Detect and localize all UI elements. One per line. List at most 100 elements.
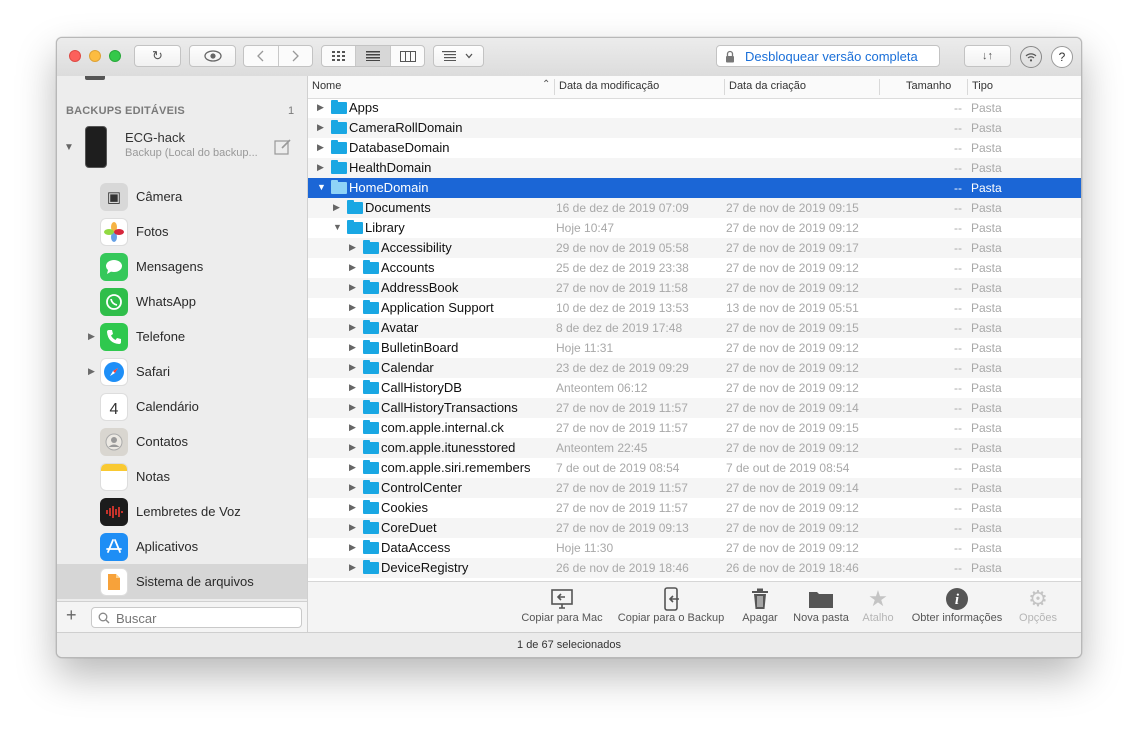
lock-icon [726, 50, 734, 62]
sidebar-item-safari[interactable]: ▶ Safari [57, 354, 307, 389]
delete-button[interactable]: Apagar [735, 586, 785, 624]
collapse-triangle-icon[interactable]: ▼ [64, 142, 74, 153]
device-row[interactable]: ▼ ECG-hack Backup (Local do backup... [57, 126, 307, 174]
sidebar-item-file-system[interactable]: Sistema de arquivos [57, 564, 307, 599]
minimize-window-button[interactable] [89, 50, 101, 62]
transfer-button[interactable]: ↓↑ [964, 45, 1011, 67]
close-window-button[interactable] [69, 50, 81, 62]
search-input[interactable] [114, 609, 298, 627]
expand-triangle-icon[interactable]: ▶ [349, 562, 356, 573]
navigation-segment [243, 45, 313, 67]
expand-triangle-icon[interactable]: ▶ [349, 342, 356, 353]
preview-button[interactable] [189, 45, 236, 67]
get-info-button[interactable]: i Obter informações [905, 586, 1009, 624]
table-row[interactable]: ▶ Avatar 8 de dez de 2019 17:48 27 de nov d… [308, 318, 1081, 338]
expand-triangle-icon[interactable]: ▶ [349, 302, 356, 313]
disclosure-triangle-icon[interactable]: ▶ [88, 331, 95, 342]
table-row[interactable]: ▶ Accounts 25 de dez de 2019 23:38 27 de no… [308, 258, 1081, 278]
sort-options-button[interactable] [433, 45, 484, 67]
collapse-triangle-icon[interactable]: ▼ [317, 182, 326, 192]
expand-triangle-icon[interactable]: ▶ [349, 542, 356, 553]
table-row[interactable]: ▶ Application Support 10 de dez de 2019 13… [308, 298, 1081, 318]
shortcut-button[interactable]: ★ Atalho [857, 586, 899, 624]
table-row[interactable]: ▶ DeviceRegistry 26 de nov de 2019 18:46 26… [308, 558, 1081, 578]
zoom-window-button[interactable] [109, 50, 121, 62]
unlock-full-version-button[interactable]: Desbloquear versão completa [716, 45, 940, 67]
expand-triangle-icon[interactable]: ▶ [333, 202, 340, 213]
table-row[interactable]: ▼ Library Hoje 10:47 27 de nov de 2019 09:1… [308, 218, 1081, 238]
table-row[interactable]: ▶ ControlCenter 27 de nov de 2019 11:57 27 … [308, 478, 1081, 498]
table-row[interactable]: ▼ HomeDomain -- Pasta [308, 178, 1081, 198]
table-row[interactable]: ▶ DataAccess Hoje 11:30 27 de nov de 2019 0… [308, 538, 1081, 558]
column-header-type[interactable]: Tipo [972, 80, 993, 92]
table-row[interactable]: ▶ HealthDomain -- Pasta [308, 158, 1081, 178]
sidebar-item-calendar[interactable]: 4 Calendário [57, 389, 307, 424]
column-view-button[interactable] [391, 46, 424, 66]
expand-triangle-icon[interactable]: ▶ [349, 442, 356, 453]
sidebar-item-phone[interactable]: ▶ Telefone [57, 319, 307, 354]
table-row[interactable]: ▶ com.apple.internal.ck 27 de nov de 2019 … [308, 418, 1081, 438]
expand-triangle-icon[interactable]: ▶ [317, 142, 324, 153]
file-type: Pasta [971, 461, 1002, 475]
back-button[interactable] [244, 46, 279, 66]
add-button[interactable]: + [66, 605, 77, 626]
forward-button[interactable] [279, 46, 312, 66]
collapse-triangle-icon[interactable]: ▼ [333, 222, 342, 232]
table-row[interactable]: ▶ AddressBook 27 de nov de 2019 11:58 27 de… [308, 278, 1081, 298]
sidebar-item-camera[interactable]: ▣ Câmera [57, 179, 307, 214]
table-row[interactable]: ▶ Calendar 23 de dez de 2019 09:29 27 de no… [308, 358, 1081, 378]
table-row[interactable]: ▶ CallHistoryDB Anteontem 06:12 27 de nov d… [308, 378, 1081, 398]
table-row[interactable]: ▶ com.apple.siri.remembers 7 de out de 201… [308, 458, 1081, 478]
sidebar-item-voice-memos[interactable]: Lembretes de Voz [57, 494, 307, 529]
expand-triangle-icon[interactable]: ▶ [349, 422, 356, 433]
help-button[interactable]: ? [1051, 46, 1073, 68]
expand-triangle-icon[interactable]: ▶ [349, 362, 356, 373]
expand-triangle-icon[interactable]: ▶ [317, 122, 324, 133]
expand-triangle-icon[interactable]: ▶ [349, 282, 356, 293]
expand-triangle-icon[interactable]: ▶ [349, 502, 356, 513]
expand-triangle-icon[interactable]: ▶ [317, 102, 324, 113]
table-row[interactable]: ▶ Cookies 27 de nov de 2019 11:57 27 de nov… [308, 498, 1081, 518]
expand-triangle-icon[interactable]: ▶ [317, 162, 324, 173]
new-folder-button[interactable]: Nova pasta [788, 586, 854, 624]
edit-icon[interactable] [274, 138, 292, 156]
copy-to-mac-button[interactable]: Copiar para Mac [516, 586, 608, 624]
copy-to-backup-button[interactable]: Copiar para o Backup [611, 586, 731, 624]
expand-triangle-icon[interactable]: ▶ [349, 522, 356, 533]
table-row[interactable]: ▶ BulletinBoard Hoje 11:31 27 de nov de 201… [308, 338, 1081, 358]
sidebar-item-label: WhatsApp [136, 294, 196, 309]
sidebar-item-whatsapp[interactable]: WhatsApp [57, 284, 307, 319]
column-header-modified[interactable]: Data da modificação [559, 80, 659, 92]
expand-triangle-icon[interactable]: ▶ [349, 462, 356, 473]
wifi-connection-icon[interactable] [1020, 46, 1042, 68]
sidebar-item-apps[interactable]: Aplicativos [57, 529, 307, 564]
table-row[interactable]: ▶ Apps -- Pasta [308, 98, 1081, 118]
table-row[interactable]: ▶ CameraRollDomain -- Pasta [308, 118, 1081, 138]
expand-triangle-icon[interactable]: ▶ [349, 482, 356, 493]
disclosure-triangle-icon[interactable]: ▶ [88, 366, 95, 377]
column-header-size[interactable]: Tamanho [906, 80, 951, 92]
icon-view-button[interactable] [322, 46, 357, 66]
table-row[interactable]: ▶ CallHistoryTransactions 27 de nov de 201… [308, 398, 1081, 418]
table-row[interactable]: ▶ com.apple.itunesstored Anteontem 22:45 27… [308, 438, 1081, 458]
options-button[interactable]: ⚙ Opções [1012, 586, 1064, 624]
expand-triangle-icon[interactable]: ▶ [349, 262, 356, 273]
column-header-created[interactable]: Data da criação [729, 80, 806, 92]
app-window: ↻ Desbloquear versão completa ↓↑ ? BACKU… [56, 37, 1082, 658]
list-view-button[interactable] [356, 46, 391, 66]
sidebar-item-messages[interactable]: Mensagens [57, 249, 307, 284]
table-row[interactable]: ▶ CoreDuet 27 de nov de 2019 09:13 27 de no… [308, 518, 1081, 538]
expand-triangle-icon[interactable]: ▶ [349, 242, 356, 253]
table-row[interactable]: ▶ DatabaseDomain -- Pasta [308, 138, 1081, 158]
column-header-name[interactable]: Nome [312, 80, 341, 92]
sidebar-item-notes[interactable]: Notas [57, 459, 307, 494]
expand-triangle-icon[interactable]: ▶ [349, 322, 356, 333]
table-row[interactable]: ▶ Accessibility 29 de nov de 2019 05:58 27 … [308, 238, 1081, 258]
table-row[interactable]: ▶ Documents 16 de dez de 2019 07:09 27 de n… [308, 198, 1081, 218]
refresh-button[interactable]: ↻ [134, 45, 181, 67]
search-field[interactable] [91, 607, 302, 628]
sidebar-item-photos[interactable]: Fotos [57, 214, 307, 249]
expand-triangle-icon[interactable]: ▶ [349, 382, 356, 393]
expand-triangle-icon[interactable]: ▶ [349, 402, 356, 413]
sidebar-item-contacts[interactable]: Contatos [57, 424, 307, 459]
